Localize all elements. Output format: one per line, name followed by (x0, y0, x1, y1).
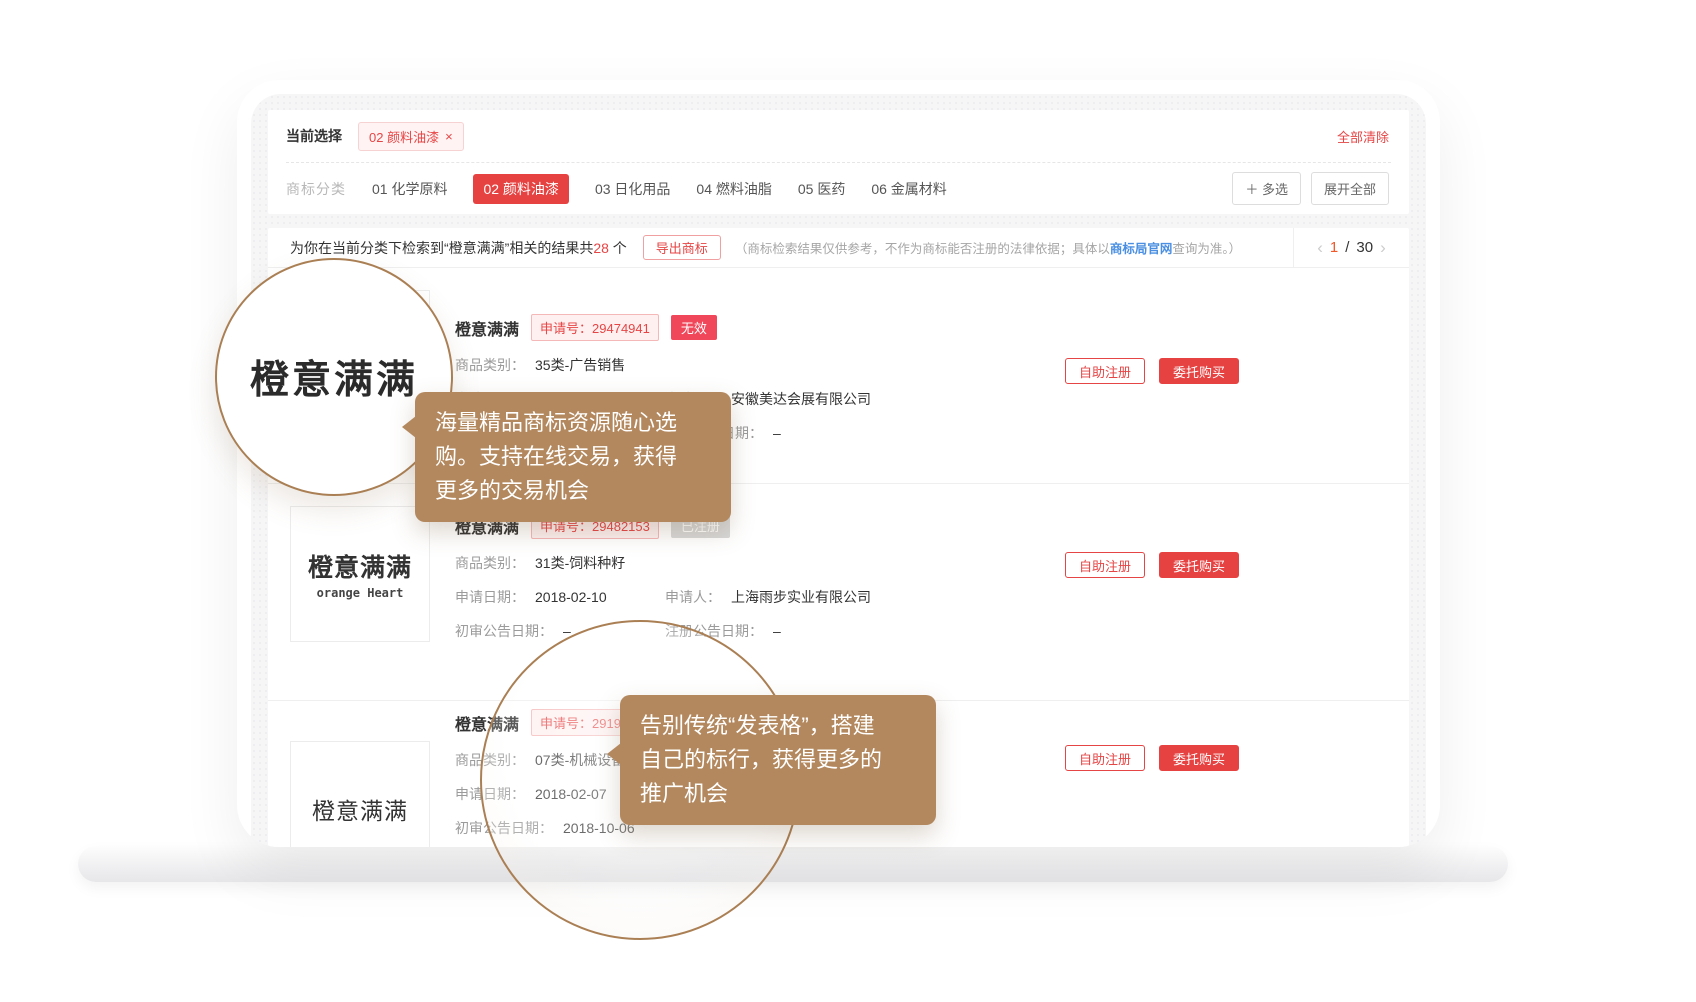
category-row: 商标分类 01 化学原料 02 颜料油漆 03 日化用品 04 燃料油脂 05 … (268, 163, 1409, 214)
results-count-number: 28 (593, 240, 609, 256)
registration-publication-value: – (773, 423, 781, 443)
pagination: ‹ 1 / 30 › (1293, 228, 1409, 268)
category-field-label: 商品类别： (455, 355, 525, 375)
row-actions: 自助注册 委托购买 (1065, 358, 1239, 384)
trademark-name[interactable]: 橙意满满 (455, 316, 519, 340)
category-field-label: 商品类别： (455, 553, 525, 573)
self-register-button[interactable]: 自助注册 (1065, 745, 1145, 771)
page-divider: / (1345, 239, 1349, 256)
category-item-06[interactable]: 06 金属材料 (871, 179, 946, 199)
next-page-icon[interactable]: › (1380, 238, 1386, 258)
current-page: 1 (1330, 239, 1338, 256)
category-field-value: 31类-饲料种籽 (535, 553, 625, 573)
tooltip-line: 更多的交易机会 (435, 474, 711, 508)
remove-filter-icon[interactable]: × (445, 129, 453, 144)
export-trademarks-button[interactable]: 导出商标 (643, 235, 721, 260)
status-badge: 无效 (671, 315, 717, 340)
disclaimer-pre: （商标检索结果仅供参考，不作为商标能否注册的法律依据；具体以 (735, 242, 1110, 256)
application-number-value: 29474941 (592, 321, 650, 336)
application-number-label: 申请号： (540, 321, 592, 336)
entrust-buy-button[interactable]: 委托购买 (1159, 358, 1239, 384)
results-count-suffix: 个 (609, 240, 627, 256)
disclaimer-text: （商标检索结果仅供参考，不作为商标能否注册的法律依据；具体以商标局官网查询为准。… (735, 238, 1241, 257)
tooltip-line: 购。支持在线交易，获得 (435, 440, 711, 474)
magnified-trademark-text: 橙意满满 (250, 349, 418, 405)
trademark-image-subtext: orange Heart (317, 586, 404, 600)
category-field-value: 35类-广告销售 (535, 355, 625, 375)
results-count-prefix: 为你在当前分类下检索到“橙意满满”相关的结果共 (290, 240, 593, 256)
expand-all-button[interactable]: 展开全部 (1311, 172, 1389, 205)
tooltip-line: 海量精品商标资源随心选 (435, 406, 711, 440)
tooltip-line: 自己的标行，获得更多的 (640, 743, 916, 777)
applicant-value: 安徽美达会展有限公司 (731, 389, 871, 409)
clear-all-button[interactable]: 全部清除 (1337, 127, 1389, 146)
trademark-image[interactable]: 橙意满满 (290, 741, 430, 847)
multi-select-button[interactable]: ＋ 多选 (1232, 172, 1301, 205)
entrust-buy-button[interactable]: 委托购买 (1159, 552, 1239, 578)
apply-date-value: 2018-02-10 (535, 587, 607, 607)
application-number-tag: 申请号：29474941 (531, 314, 659, 341)
category-item-05[interactable]: 05 医药 (798, 179, 845, 199)
category-item-03[interactable]: 03 日化用品 (595, 179, 670, 199)
trademark-image-text: 橙意满满 (308, 548, 412, 584)
row-actions: 自助注册 委托购买 (1065, 745, 1239, 771)
current-selection-row: 当前选择 02 颜料油漆 × 全部清除 (268, 110, 1409, 162)
category-label: 商标分类 (286, 179, 346, 199)
category-item-04[interactable]: 04 燃料油脂 (696, 179, 771, 199)
category-item-01[interactable]: 01 化学原料 (372, 179, 447, 199)
row-actions: 自助注册 委托购买 (1065, 552, 1239, 578)
self-register-button[interactable]: 自助注册 (1065, 358, 1145, 384)
applicant-value: 上海雨步实业有限公司 (731, 587, 871, 607)
category-item-02-selected[interactable]: 02 颜料油漆 (473, 174, 568, 204)
results-header: 为你在当前分类下检索到“橙意满满”相关的结果共28 个 导出商标 （商标检索结果… (268, 228, 1409, 268)
promo-tooltip-promotion: 告别传统“发表格”，搭建 自己的标行，获得更多的 推广机会 (620, 695, 936, 825)
results-count-text: 为你在当前分类下检索到“橙意满满”相关的结果共28 个 (268, 238, 627, 258)
applicant-label: 申请人： (665, 587, 721, 607)
registration-publication-value: – (773, 621, 781, 641)
page-background: 当前选择 02 颜料油漆 × 全部清除 商标分类 01 化学原料 02 颜料油漆… (0, 0, 1696, 1002)
trademark-image-text: 橙意满满 (312, 792, 408, 826)
laptop-base (78, 846, 1508, 882)
disclaimer-post: 查询为准。） (1172, 242, 1241, 256)
filter-panel: 当前选择 02 颜料油漆 × 全部清除 商标分类 01 化学原料 02 颜料油漆… (268, 110, 1409, 214)
trademark-office-link[interactable]: 商标局官网 (1110, 242, 1173, 256)
trademark-image[interactable]: 橙意满满 orange Heart (290, 506, 430, 642)
current-selection-label: 当前选择 (286, 126, 342, 146)
tooltip-line: 告别传统“发表格”，搭建 (640, 709, 916, 743)
entrust-buy-button[interactable]: 委托购买 (1159, 745, 1239, 771)
selected-filter-tag[interactable]: 02 颜料油漆 × (358, 122, 464, 151)
promo-tooltip-trading: 海量精品商标资源随心选 购。支持在线交易，获得 更多的交易机会 (415, 392, 731, 522)
first-publication-label: 初审公告日期： (455, 621, 553, 641)
apply-date-label: 申请日期： (455, 587, 525, 607)
prev-page-icon[interactable]: ‹ (1317, 238, 1323, 258)
tooltip-line: 推广机会 (640, 777, 916, 811)
total-pages: 30 (1356, 239, 1373, 256)
selected-filter-tag-text: 02 颜料油漆 (369, 127, 439, 146)
self-register-button[interactable]: 自助注册 (1065, 552, 1145, 578)
